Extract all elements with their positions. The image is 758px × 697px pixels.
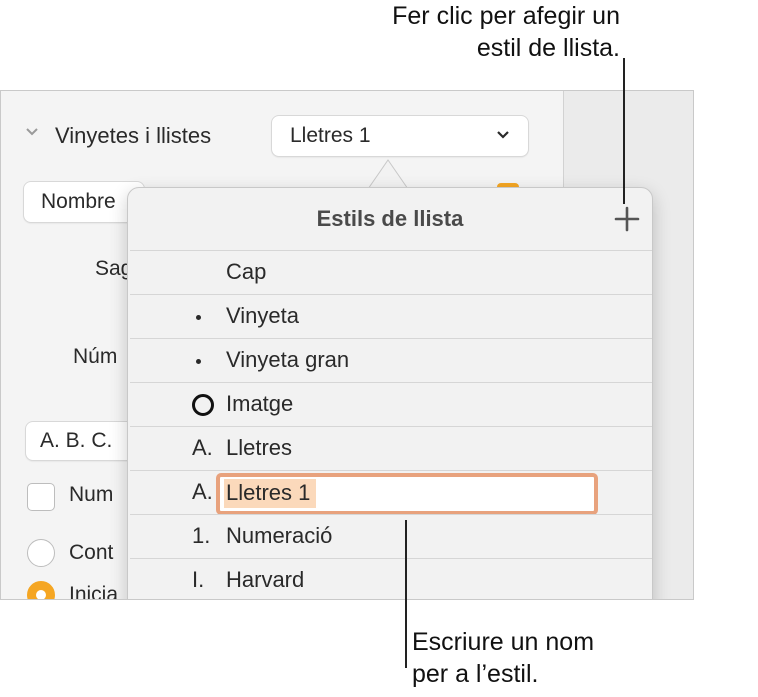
list-style-item-vinyeta-gran[interactable]: Vinyeta gran — [130, 338, 652, 383]
continue-numbering-radio[interactable] — [27, 539, 55, 567]
continue-numbering-label: Cont — [69, 541, 114, 564]
format-inspector-panel: Vinyetes i llistes Lletres 1 Nombre Sag … — [0, 90, 694, 600]
leader-line-add — [623, 58, 625, 204]
list-styles-popover: Estils de llista Cap Vinyeta Vinyeta gra… — [127, 187, 653, 599]
list-style-item-numeracio[interactable]: 1. Numeració — [130, 514, 652, 559]
number-format-value: A. B. C. — [40, 429, 113, 452]
list-item-label: Lletres — [226, 435, 293, 460]
callout-type-name: Escriure un nom per a l’estil. — [412, 628, 595, 688]
number-format-popup-button[interactable]: A. B. C. — [25, 421, 137, 461]
callout-add-style: Fer clic per afegir un estil de llista. — [392, 2, 620, 62]
list-item-label: Numeració — [226, 523, 333, 548]
list-style-value: Lletres 1 — [290, 124, 371, 147]
list-marker: 1. — [192, 523, 211, 548]
list-style-item-cap[interactable]: Cap — [130, 250, 652, 295]
list-marker: A. — [192, 435, 213, 460]
bullet-icon — [196, 359, 201, 364]
list-style-item-lletres[interactable]: A. Lletres — [130, 426, 652, 471]
list-marker: A. — [192, 479, 213, 504]
selected-text: Lletres 1 — [224, 479, 317, 508]
list-item-label: Cap — [226, 259, 267, 284]
list-style-item-vinyeta[interactable]: Vinyeta — [130, 294, 652, 339]
list-marker: I. — [192, 567, 205, 592]
start-at-label: Inicia — [69, 583, 119, 600]
section-title[interactable]: Vinyetes i llistes — [55, 123, 211, 149]
list-item-label: Vinyeta — [226, 303, 299, 328]
tiered-numbers-checkbox[interactable] — [27, 483, 55, 511]
leader-line-name — [405, 520, 407, 668]
list-style-item-imatge[interactable]: Imatge — [130, 382, 652, 427]
list-item-label: Harvard — [226, 567, 305, 592]
image-bullet-icon — [192, 394, 214, 416]
style-name-input[interactable]: Lletres 1 — [216, 473, 598, 515]
list-item-label: Vinyeta gran — [226, 347, 350, 372]
tiered-numbers-label: Num — [69, 483, 114, 506]
list-style-item-harvard[interactable]: I. Harvard — [130, 558, 652, 599]
list-type-value: Nombre — [41, 190, 116, 213]
popover-title: Estils de llista — [316, 206, 464, 231]
chevron-down-icon — [497, 131, 509, 139]
start-at-radio[interactable] — [27, 581, 55, 599]
bullet-icon — [196, 315, 201, 320]
list-style-item-lletres-1[interactable]: A. Lletres 1 — [130, 470, 652, 515]
popover-arrow — [368, 159, 408, 190]
list-style-popup-button[interactable]: Lletres 1 — [271, 115, 529, 157]
list-item-label: Imatge — [226, 391, 294, 416]
numbering-label: Núm — [73, 345, 118, 368]
plus-icon[interactable] — [612, 204, 642, 234]
collapse-chevron-icon[interactable] — [25, 127, 39, 137]
